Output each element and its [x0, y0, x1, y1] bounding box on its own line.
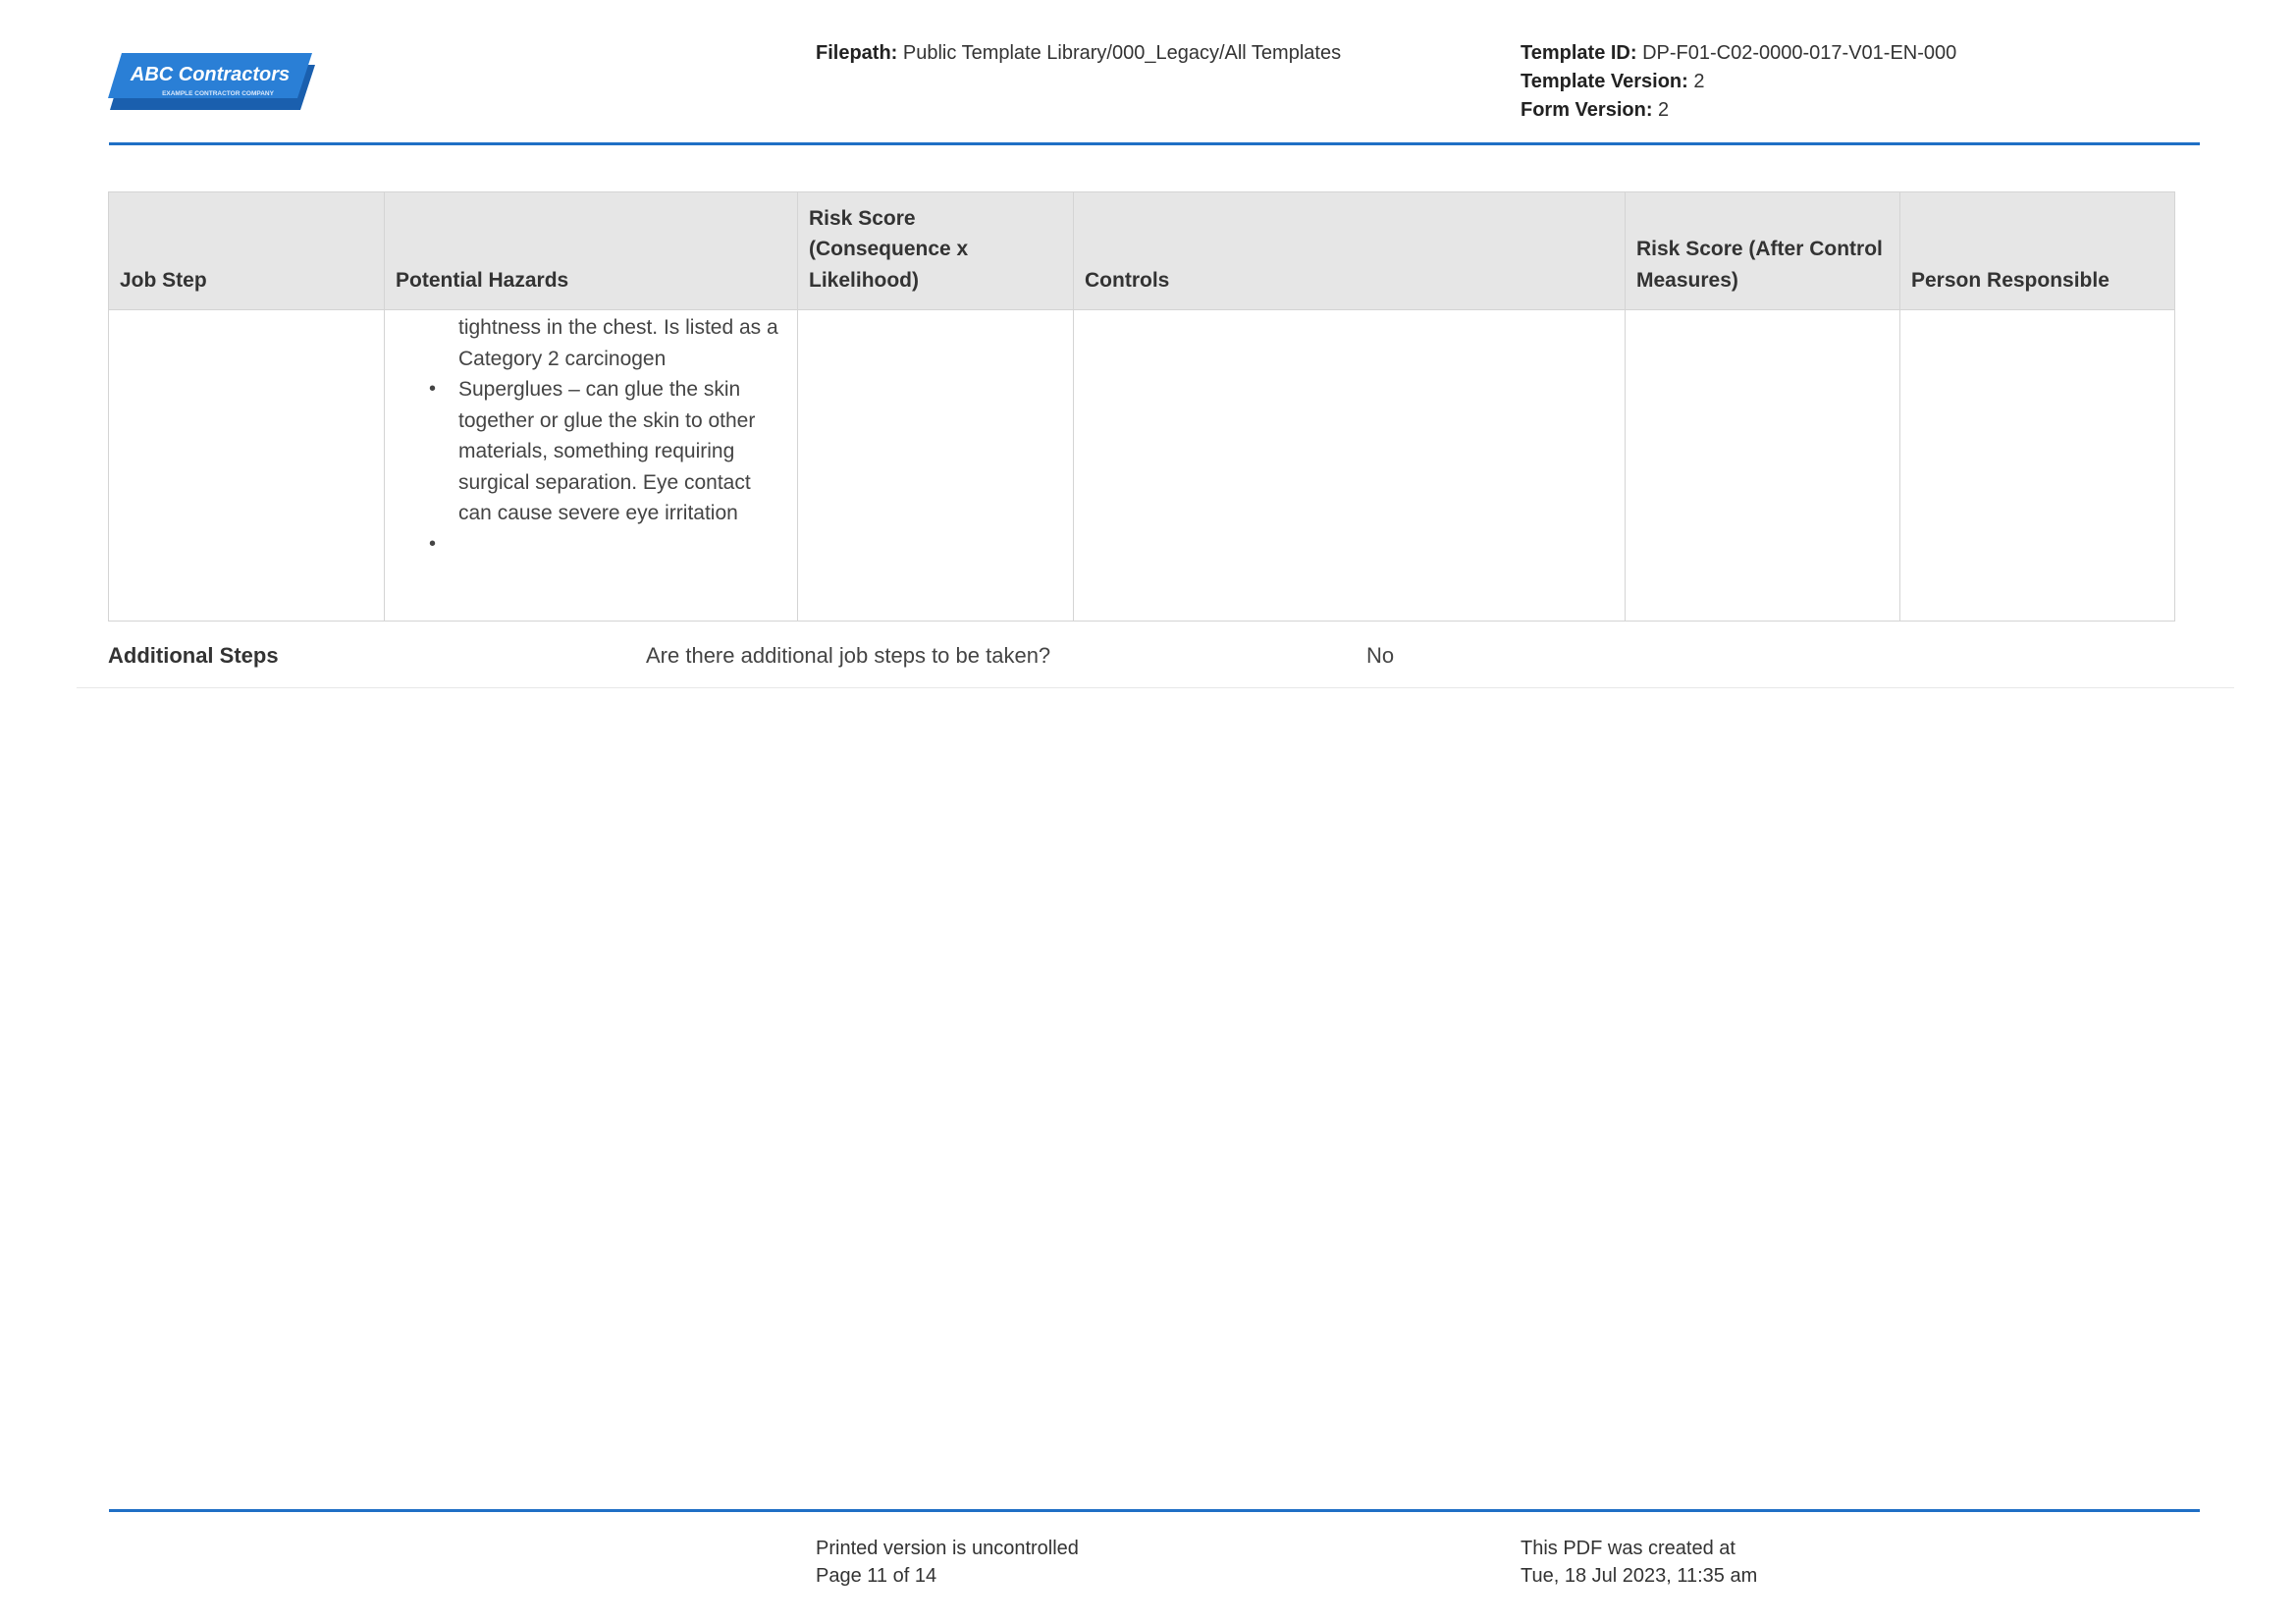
logo-name: ABC Contractors — [130, 64, 290, 85]
additional-steps-divider — [77, 687, 2234, 688]
template-id-value: DP-F01-C02-0000-017-V01-EN-000 — [1642, 42, 1957, 64]
filepath-value: Public Template Library/000_Legacy/All T… — [902, 42, 1342, 64]
form-version-value: 2 — [1658, 99, 1670, 121]
filepath: Filepath: Public Template Library/000_Le… — [816, 39, 1341, 68]
cell-person-responsible — [1899, 309, 2175, 622]
template-id-label: Template ID: — [1521, 42, 1637, 64]
page-number: Page 11 of 14 — [816, 1565, 937, 1587]
footer-right: This PDF was created at Tue, 18 Jul 2023… — [1521, 1535, 1757, 1590]
list-item: Superglues – can glue the skin together … — [429, 374, 787, 529]
footer-left: Printed version is uncontrolled Page 11 … — [816, 1535, 1079, 1590]
additional-steps-label: Additional Steps — [108, 643, 279, 668]
form-version-label: Form Version: — [1521, 99, 1653, 121]
header-divider — [109, 142, 2200, 145]
additional-steps-answer: No — [1366, 643, 1395, 668]
cell-risk-score — [797, 309, 1074, 622]
table-header-row: Job Step Potential Hazards Risk Score (C… — [108, 191, 2175, 310]
column-header-risk-score-after: Risk Score (After Control Measures) — [1625, 191, 1900, 310]
table-row: tightness in the chest. Is listed as a C… — [108, 309, 2175, 622]
cell-risk-score-after — [1625, 309, 1900, 622]
template-version: Template Version: 2 — [1521, 68, 1956, 96]
footer-divider — [109, 1509, 2200, 1512]
hazard-continued-text: tightness in the chest. Is listed as a C… — [458, 316, 778, 370]
additional-steps-question: Are there additional job steps to be tak… — [646, 643, 1051, 668]
column-header-controls: Controls — [1073, 191, 1626, 310]
logo-tagline: EXAMPLE CONTRACTOR COMPANY — [162, 90, 275, 97]
template-meta: Template ID: DP-F01-C02-0000-017-V01-EN-… — [1521, 39, 1956, 125]
cell-job-step — [108, 309, 385, 622]
company-logo: ABC Contractors EXAMPLE CONTRACTOR COMPA… — [108, 51, 319, 114]
hazard-list: Superglues – can glue the skin together … — [385, 374, 797, 560]
template-version-value: 2 — [1693, 71, 1705, 92]
filepath-label: Filepath: — [816, 42, 898, 64]
template-id: Template ID: DP-F01-C02-0000-017-V01-EN-… — [1521, 39, 1956, 68]
created-date: Tue, 18 Jul 2023, 11:35 am — [1521, 1565, 1758, 1587]
cell-controls — [1073, 309, 1626, 622]
risk-assessment-table: Job Step Potential Hazards Risk Score (C… — [108, 191, 2175, 622]
list-item — [429, 529, 787, 561]
cell-potential-hazards: tightness in the chest. Is listed as a C… — [384, 309, 798, 622]
column-header-risk-score: Risk Score (Consequence x Likelihood) — [797, 191, 1074, 310]
form-version: Form Version: 2 — [1521, 96, 1956, 125]
created-label: This PDF was created at — [1521, 1538, 1735, 1559]
uncontrolled-notice: Printed version is uncontrolled — [816, 1538, 1079, 1559]
column-header-job-step: Job Step — [108, 191, 385, 310]
column-header-person-responsible: Person Responsible — [1899, 191, 2175, 310]
template-version-label: Template Version: — [1521, 71, 1688, 92]
column-header-potential-hazards: Potential Hazards — [384, 191, 798, 310]
